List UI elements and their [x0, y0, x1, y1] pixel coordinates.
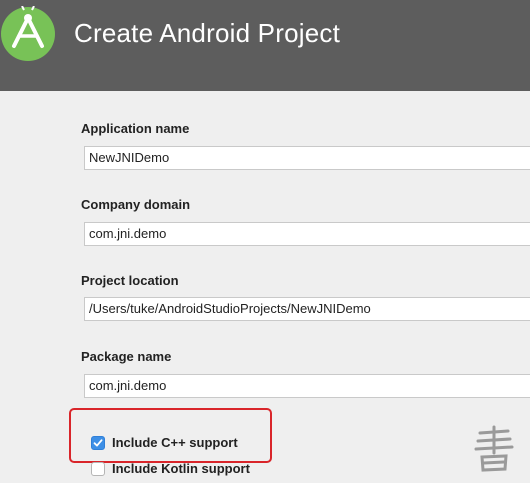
company-domain-input[interactable]: com.jni.demo	[84, 222, 530, 246]
title-bar: Create Android Project	[0, 0, 530, 91]
android-studio-icon	[1, 6, 55, 61]
project-location-input[interactable]: /Users/tuke/AndroidStudioProjects/NewJNI…	[84, 297, 530, 321]
cpp-support-label: Include C++ support	[112, 435, 238, 450]
company-domain-label: Company domain	[81, 197, 191, 212]
cpp-support-option[interactable]: Include C++ support	[91, 435, 238, 450]
window-title: Create Android Project	[74, 18, 340, 48]
kotlin-support-checkbox[interactable]	[91, 461, 105, 476]
application-name-label: Application name	[81, 121, 190, 136]
package-name-label: Package name	[81, 349, 172, 364]
kotlin-support-label: Include Kotlin support	[112, 461, 250, 476]
application-name-input[interactable]: NewJNIDemo	[84, 146, 530, 170]
cpp-support-checkbox[interactable]	[91, 435, 105, 450]
checkmark-icon	[93, 438, 103, 446]
kotlin-support-option[interactable]: Include Kotlin support	[91, 461, 250, 476]
project-location-label: Project location	[81, 273, 179, 288]
watermark-icon	[474, 425, 514, 472]
package-name-input[interactable]: com.jni.demo	[84, 374, 530, 398]
